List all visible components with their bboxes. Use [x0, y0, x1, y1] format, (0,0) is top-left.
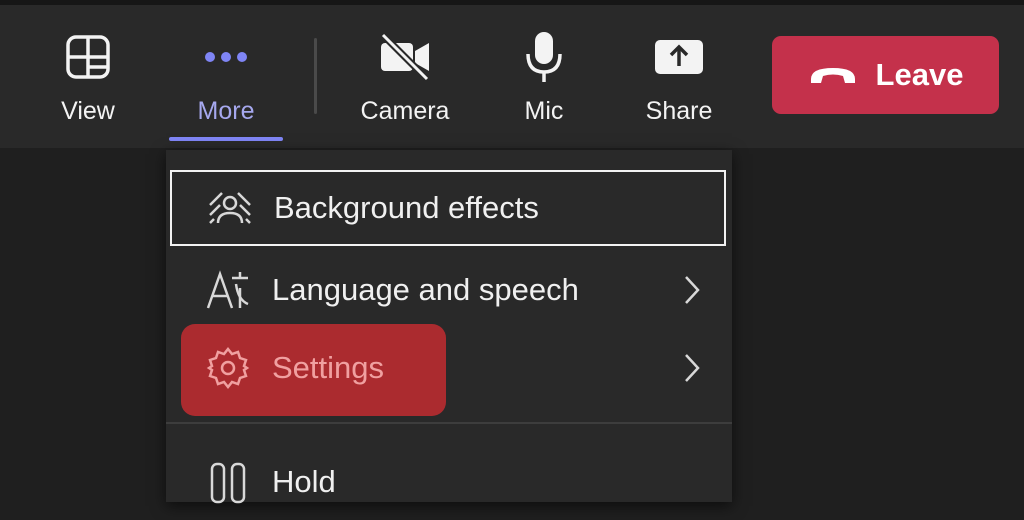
share-label: Share: [645, 97, 713, 125]
chevron-right-icon: [685, 354, 700, 382]
microphone-icon: [514, 30, 574, 84]
menu-item-label: Background effects: [274, 190, 539, 225]
hang-up-phone-icon: [808, 64, 858, 86]
gear-icon: [204, 344, 252, 392]
language-icon: [204, 266, 252, 314]
more-dots-icon: [196, 30, 256, 84]
pause-icon: [204, 458, 252, 506]
menu-item-label: Language and speech: [272, 272, 579, 307]
background-effects-icon: [206, 184, 254, 232]
layout-grid-icon: [58, 30, 118, 84]
share-screen-icon: [649, 30, 709, 84]
more-label: More: [197, 97, 255, 125]
menu-divider: [166, 422, 732, 424]
leave-button[interactable]: Leave: [772, 36, 999, 114]
menu-item-background-effects[interactable]: Background effects: [170, 170, 726, 246]
share-button[interactable]: Share: [646, 30, 712, 140]
menu-item-label: Settings: [272, 350, 385, 385]
leave-label: Leave: [875, 57, 964, 92]
mic-label: Mic: [524, 97, 564, 125]
menu-item-hold[interactable]: Hold: [170, 444, 726, 520]
more-active-indicator: [169, 137, 283, 141]
chevron-right-icon: [685, 276, 700, 304]
view-button[interactable]: View: [58, 30, 118, 140]
more-button[interactable]: More: [169, 30, 283, 141]
camera-button[interactable]: Camera: [358, 30, 452, 140]
menu-item-language-and-speech[interactable]: Language and speech: [170, 252, 726, 328]
toolbar-top-edge: [0, 0, 1024, 5]
camera-off-icon: [375, 30, 435, 84]
menu-item-label: Hold: [272, 464, 336, 499]
view-label: View: [61, 97, 115, 125]
camera-label: Camera: [360, 97, 450, 125]
mic-button[interactable]: Mic: [514, 30, 574, 140]
menu-item-settings[interactable]: Settings: [170, 330, 726, 406]
toolbar-divider: [314, 38, 317, 114]
call-toolbar: View More Camera Mic Share Leave: [0, 0, 1024, 148]
